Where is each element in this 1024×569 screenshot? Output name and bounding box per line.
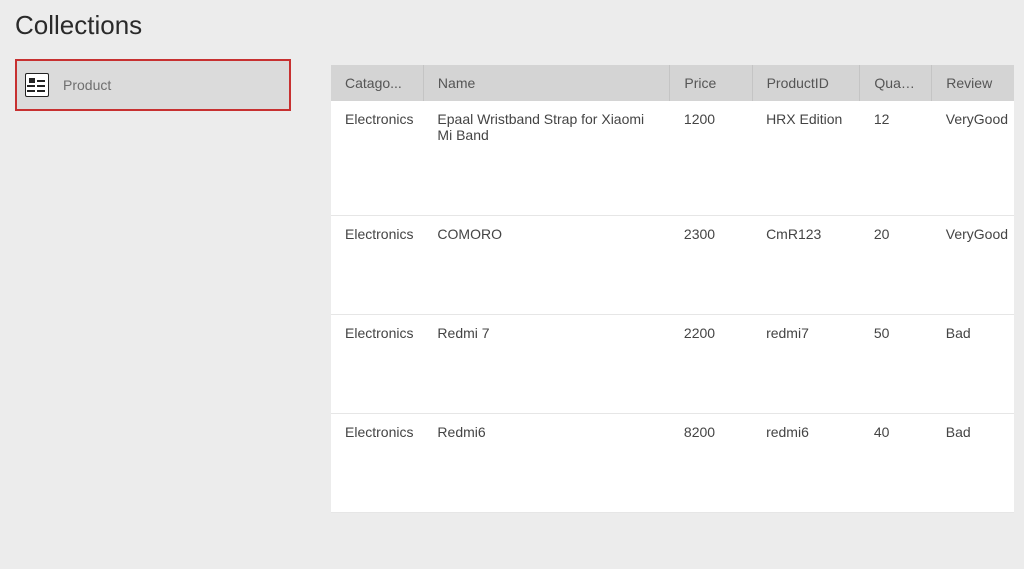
cell-quantity: 12 (860, 101, 932, 216)
cell-review: Bad (932, 315, 1014, 414)
table-row[interactable]: Electronics Redmi6 8200 redmi6 40 Bad (331, 414, 1014, 513)
collection-item-label: Product (63, 77, 111, 93)
table-header-row: Catago... Name Price ProductID Quan... R… (331, 65, 1014, 101)
cell-name: COMORO (423, 216, 669, 315)
column-header-name[interactable]: Name (423, 65, 669, 101)
data-table: Catago... Name Price ProductID Quan... R… (331, 65, 1014, 513)
cell-review: VeryGood (932, 216, 1014, 315)
column-header-price[interactable]: Price (670, 65, 752, 101)
cell-productid: CmR123 (752, 216, 860, 315)
table-row[interactable]: Electronics Redmi 7 2200 redmi7 50 Bad (331, 315, 1014, 414)
cell-name: Epaal Wristband Strap for Xiaomi Mi Band (423, 101, 669, 216)
table-row[interactable]: Electronics COMORO 2300 CmR123 20 VeryGo… (331, 216, 1014, 315)
column-header-review[interactable]: Review (932, 65, 1014, 101)
column-header-category[interactable]: Catago... (331, 65, 423, 101)
cell-productid: HRX Edition (752, 101, 860, 216)
cell-category: Electronics (331, 414, 423, 513)
column-header-quantity[interactable]: Quan... (860, 65, 932, 101)
collections-sidebar: Product (15, 59, 291, 513)
cell-price: 1200 (670, 101, 752, 216)
cell-price: 2200 (670, 315, 752, 414)
table-area: Catago... Name Price ProductID Quan... R… (331, 65, 1024, 513)
cell-quantity: 20 (860, 216, 932, 315)
cell-name: Redmi6 (423, 414, 669, 513)
content-area: Product Catago... Name Price ProductID Q… (0, 59, 1024, 513)
cell-quantity: 50 (860, 315, 932, 414)
cell-review: VeryGood (932, 101, 1014, 216)
column-header-productid[interactable]: ProductID (752, 65, 860, 101)
cell-productid: redmi7 (752, 315, 860, 414)
cell-price: 8200 (670, 414, 752, 513)
cell-category: Electronics (331, 315, 423, 414)
cell-category: Electronics (331, 101, 423, 216)
cell-category: Electronics (331, 216, 423, 315)
table-icon (25, 73, 49, 97)
cell-productid: redmi6 (752, 414, 860, 513)
cell-quantity: 40 (860, 414, 932, 513)
cell-review: Bad (932, 414, 1014, 513)
table-row[interactable]: Electronics Epaal Wristband Strap for Xi… (331, 101, 1014, 216)
collection-item-product[interactable]: Product (15, 59, 291, 111)
cell-name: Redmi 7 (423, 315, 669, 414)
page-title: Collections (0, 0, 1024, 59)
cell-price: 2300 (670, 216, 752, 315)
